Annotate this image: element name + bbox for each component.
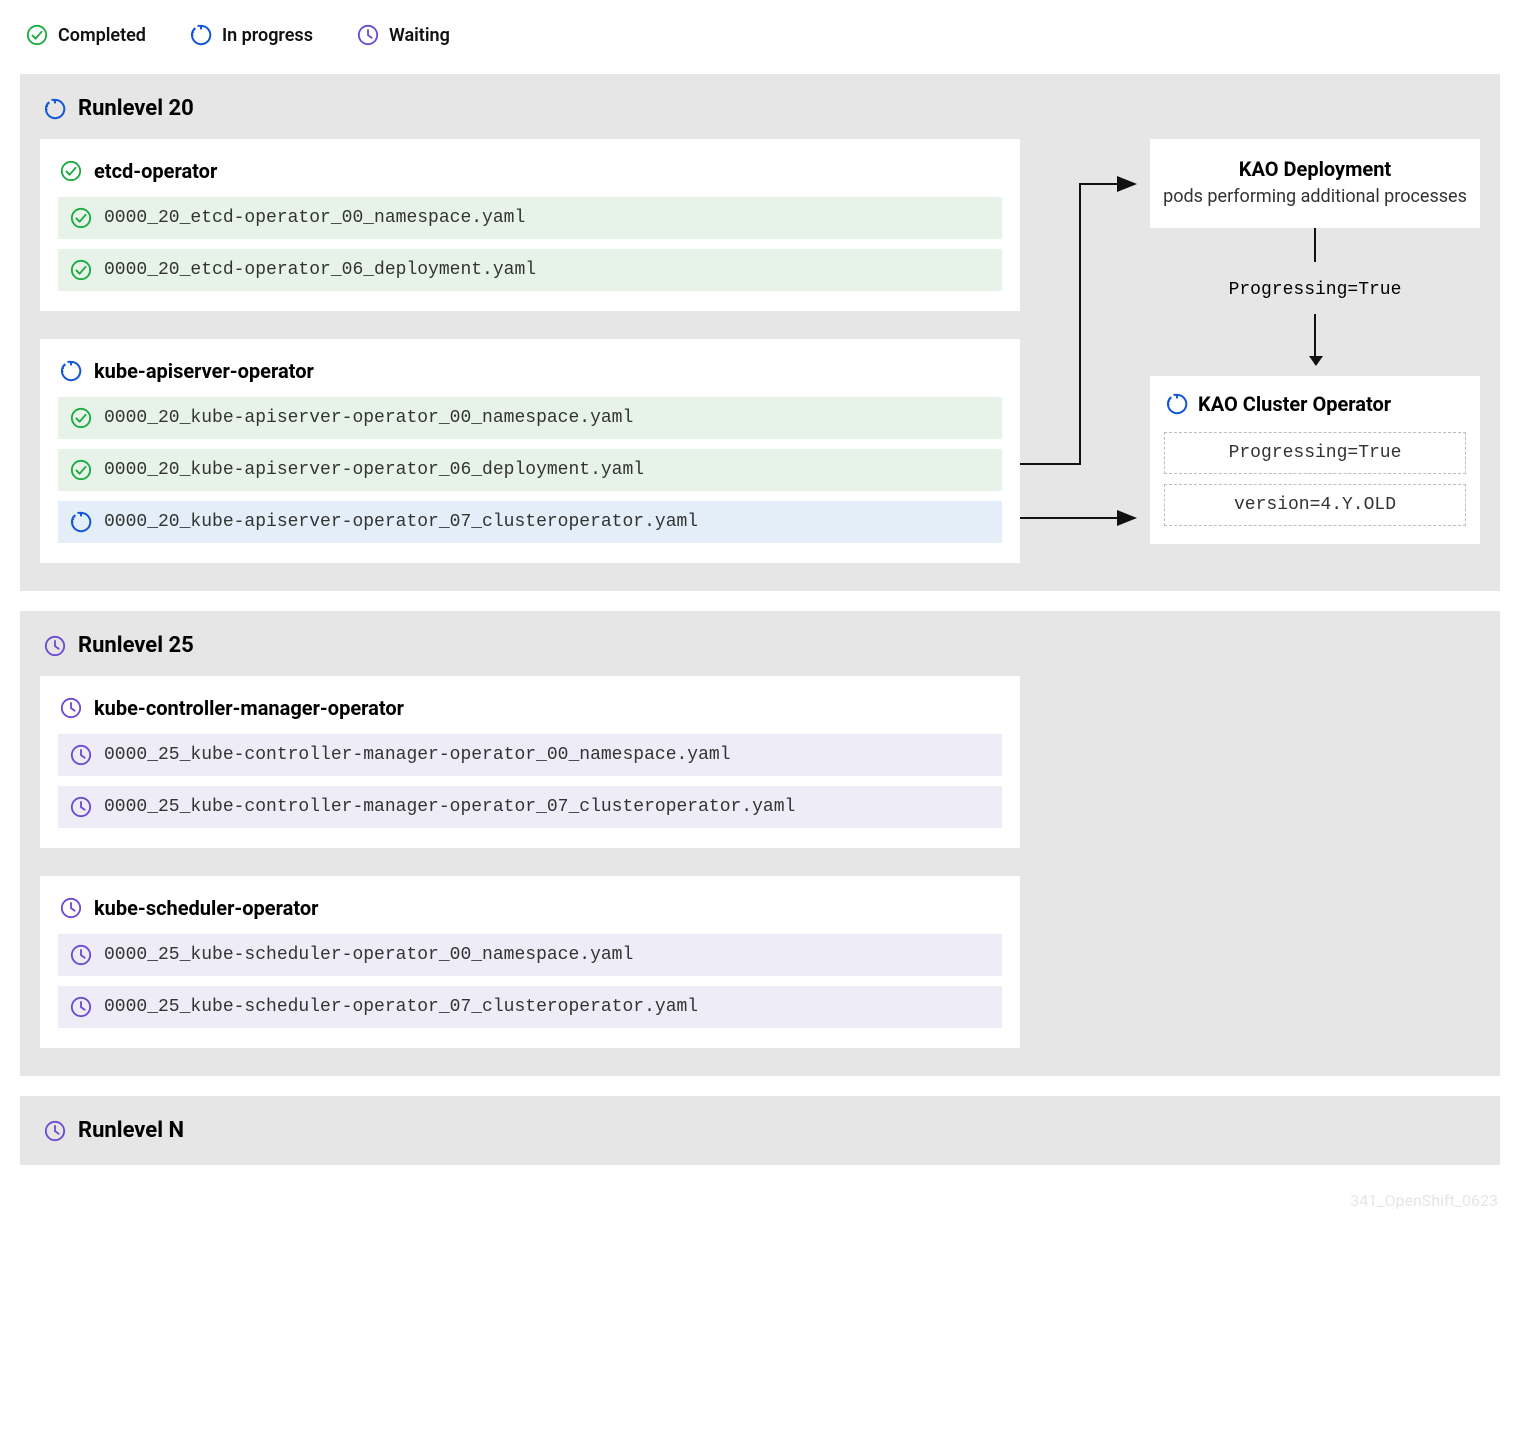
runlevel-title: Runlevel N (78, 1118, 184, 1143)
legend-label: In progress (222, 25, 313, 46)
flow-arrow-icon (1314, 314, 1316, 364)
operator-header: kube-controller-manager-operator (58, 692, 1002, 734)
operator-card-kao: kube-apiserver-operator 0000_20_kube-api… (40, 339, 1020, 563)
operator-name: etcd-operator (94, 159, 217, 183)
completed-icon (60, 160, 82, 182)
operator-name: kube-scheduler-operator (94, 896, 318, 920)
manifest-file: 0000_25_kube-scheduler-operator_00_names… (104, 945, 633, 965)
manifest-list: 0000_20_kube-apiserver-operator_00_names… (58, 397, 1002, 543)
operator-card-etcd: etcd-operator 0000_20_etcd-operator_00_n… (40, 139, 1020, 311)
manifest-file: 0000_25_kube-controller-manager-operator… (104, 797, 795, 817)
completed-icon (70, 407, 92, 429)
waiting-icon (70, 996, 92, 1018)
completed-icon (70, 259, 92, 281)
waiting-icon (44, 635, 66, 657)
runlevel-header: Runlevel 25 (40, 627, 1480, 676)
manifest-list: 0000_20_etcd-operator_00_namespace.yaml … (58, 197, 1002, 291)
runlevel-25: Runlevel 25 kube-controller-manager-oper… (20, 611, 1500, 1076)
operator-card-kcm: kube-controller-manager-operator 0000_25… (40, 676, 1020, 848)
kao-deployment-subtitle: pods performing additional processes (1162, 185, 1468, 208)
inprogress-icon (44, 98, 66, 120)
operator-card-ks: kube-scheduler-operator 0000_25_kube-sch… (40, 876, 1020, 1048)
inprogress-icon (70, 511, 92, 533)
legend-label: Waiting (389, 25, 450, 46)
completed-icon (26, 24, 48, 46)
operator-header: etcd-operator (58, 155, 1002, 197)
manifest-file: 0000_20_kube-apiserver-operator_07_clust… (104, 512, 698, 532)
manifest-file: 0000_20_etcd-operator_00_namespace.yaml (104, 208, 525, 228)
completed-icon (70, 207, 92, 229)
waiting-icon (44, 1120, 66, 1142)
manifest-file: 0000_20_kube-apiserver-operator_06_deplo… (104, 460, 644, 480)
flow-line (1314, 228, 1316, 262)
waiting-icon (70, 944, 92, 966)
manifest-row: 0000_25_kube-scheduler-operator_00_names… (58, 934, 1002, 976)
kao-deployment-title: KAO Deployment (1162, 157, 1468, 181)
operator-name: kube-controller-manager-operator (94, 696, 404, 720)
runlevel-20: Runlevel 20 etcd-operator 0000_20_etcd-o… (20, 74, 1500, 591)
manifest-row: 0000_25_kube-scheduler-operator_07_clust… (58, 986, 1002, 1028)
operator-header: kube-apiserver-operator (58, 355, 1002, 397)
status-legend: Completed In progress Waiting (20, 20, 1500, 74)
runlevel-n: Runlevel N (20, 1096, 1500, 1165)
runlevel-header: Runlevel N (40, 1112, 1480, 1147)
operator-header: kube-scheduler-operator (58, 892, 1002, 934)
inprogress-icon (60, 360, 82, 382)
legend-completed: Completed (26, 24, 146, 46)
waiting-icon (60, 897, 82, 919)
waiting-icon (60, 697, 82, 719)
manifest-row: 0000_25_kube-controller-manager-operator… (58, 734, 1002, 776)
manifest-row: 0000_20_etcd-operator_00_namespace.yaml (58, 197, 1002, 239)
manifest-file: 0000_20_kube-apiserver-operator_00_names… (104, 408, 633, 428)
operator-name: kube-apiserver-operator (94, 359, 314, 383)
edge-label: Progressing=True (1229, 274, 1402, 302)
manifest-row: 0000_25_kube-controller-manager-operator… (58, 786, 1002, 828)
cluster-title-row: KAO Cluster Operator (1164, 388, 1466, 422)
runlevel-header: Runlevel 20 (40, 90, 1480, 139)
kao-deployment-card: KAO Deployment pods performing additiona… (1150, 139, 1480, 228)
manifest-list: 0000_25_kube-scheduler-operator_00_names… (58, 934, 1002, 1028)
manifest-row: 0000_20_etcd-operator_06_deployment.yaml (58, 249, 1002, 291)
cluster-title: KAO Cluster Operator (1198, 392, 1391, 416)
inprogress-icon (1166, 393, 1188, 415)
runlevel-title: Runlevel 20 (78, 96, 194, 121)
waiting-icon (70, 744, 92, 766)
completed-icon (70, 459, 92, 481)
legend-inprogress: In progress (190, 24, 313, 46)
waiting-icon (70, 796, 92, 818)
legend-waiting: Waiting (357, 24, 450, 46)
cluster-version-chip: version=4.Y.OLD (1164, 484, 1466, 526)
manifest-row: 0000_20_kube-apiserver-operator_07_clust… (58, 501, 1002, 543)
runlevel-title: Runlevel 25 (78, 633, 194, 658)
manifest-list: 0000_25_kube-controller-manager-operator… (58, 734, 1002, 828)
cluster-progressing-chip: Progressing=True (1164, 432, 1466, 474)
footer-watermark: 341_OpenShift_0623 (20, 1185, 1500, 1212)
kao-cluster-operator-card: KAO Cluster Operator Progressing=True ve… (1150, 376, 1480, 544)
manifest-row: 0000_20_kube-apiserver-operator_06_deplo… (58, 449, 1002, 491)
manifest-file: 0000_25_kube-controller-manager-operator… (104, 745, 731, 765)
manifest-file: 0000_20_etcd-operator_06_deployment.yaml (104, 260, 536, 280)
waiting-icon (357, 24, 379, 46)
inprogress-icon (190, 24, 212, 46)
manifest-file: 0000_25_kube-scheduler-operator_07_clust… (104, 997, 698, 1017)
manifest-row: 0000_20_kube-apiserver-operator_00_names… (58, 397, 1002, 439)
legend-label: Completed (58, 25, 146, 46)
